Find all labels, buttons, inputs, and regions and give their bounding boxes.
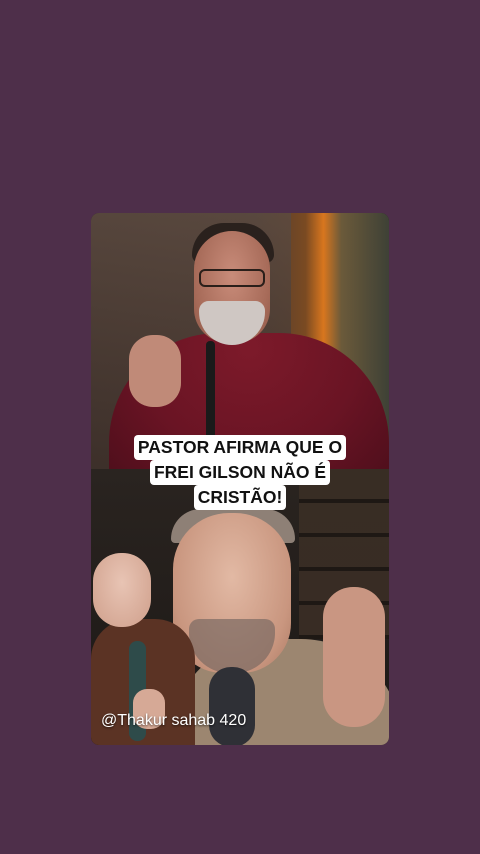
video-bottom-reaction	[91, 469, 389, 745]
caption-line: PASTOR AFIRMA QUE O	[133, 435, 347, 460]
story-media[interactable]: PASTOR AFIRMA QUE O FREI GILSON NÃO É CR…	[91, 213, 389, 745]
speaker-hand	[129, 335, 181, 407]
creator-handle[interactable]: @Thakur sahab 420	[101, 712, 246, 730]
caption-line: CRISTÃO!	[193, 485, 287, 510]
friar-head	[93, 553, 151, 627]
video-top-speaker	[91, 213, 389, 483]
caption-line: FREI GILSON NÃO É	[149, 460, 331, 485]
reactor-hand	[323, 587, 385, 727]
speaker-glasses	[199, 269, 265, 287]
caption-overlay: PASTOR AFIRMA QUE O FREI GILSON NÃO É CR…	[120, 435, 360, 510]
microphone-icon	[209, 667, 255, 745]
